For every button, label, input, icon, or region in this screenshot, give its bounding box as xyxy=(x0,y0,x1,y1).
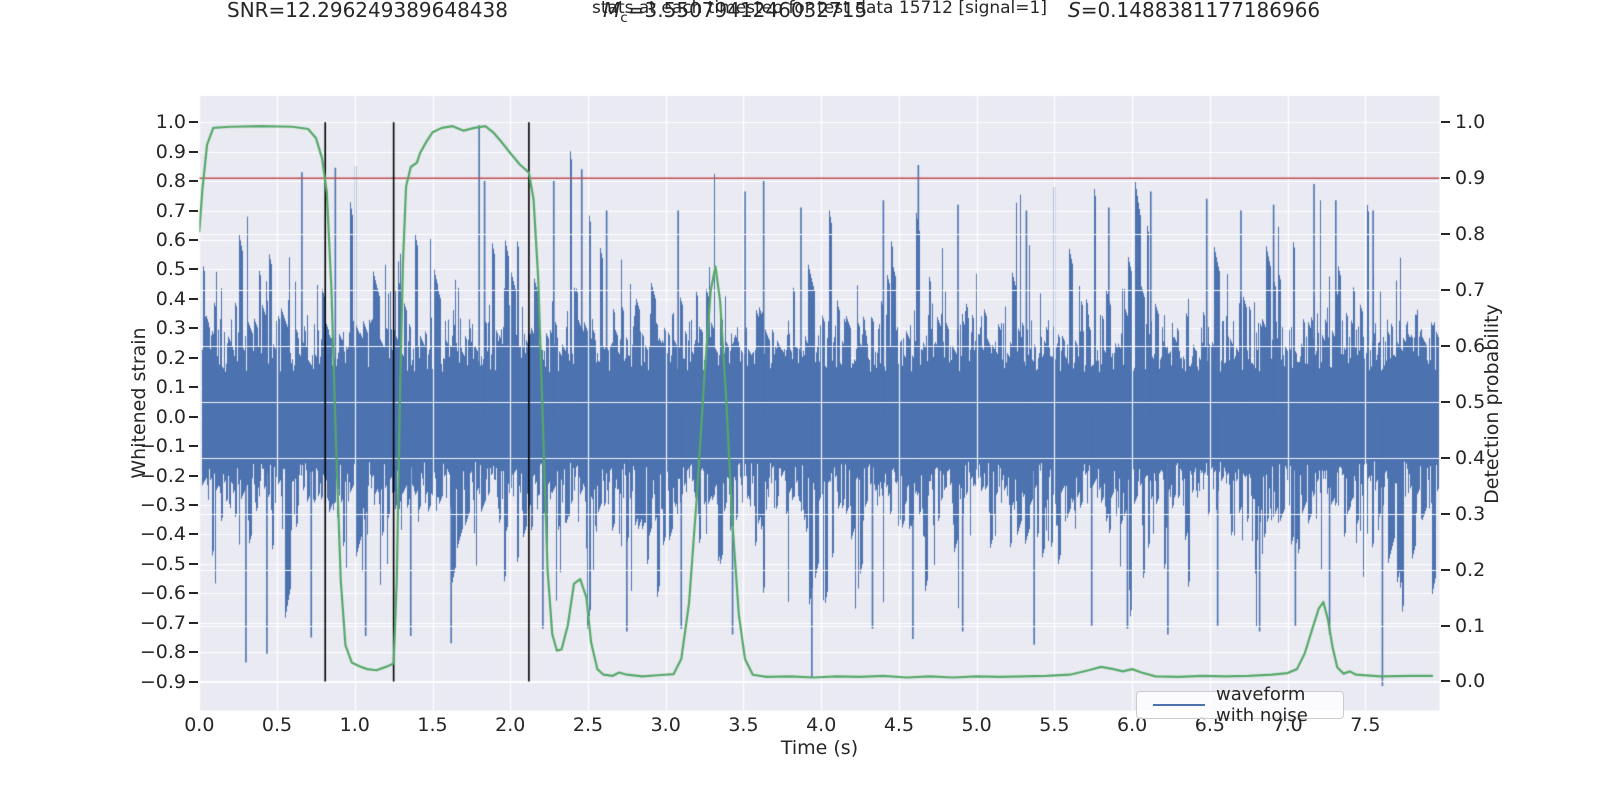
s-stat-value: =0.1488381177186966 xyxy=(1080,0,1321,22)
y-tick-label-right: 0.0 xyxy=(1455,670,1486,693)
y-tick-mark-right xyxy=(1441,624,1450,627)
y-tick-label-left: 0.5 xyxy=(155,258,186,281)
chirp-mass-symbol: M xyxy=(603,0,621,22)
y-tick-label-right: 0.1 xyxy=(1455,614,1486,637)
y-tick-label-left: 0.1 xyxy=(155,376,186,399)
y-tick-mark-left xyxy=(189,651,198,654)
y-tick-mark-left xyxy=(189,150,198,153)
x-tick-label: 3.0 xyxy=(650,714,681,736)
y-tick-mark-left xyxy=(189,445,198,448)
x-tick-label: 0.5 xyxy=(261,714,293,736)
x-tick-label: 1.5 xyxy=(417,714,448,736)
y-tick-label-left: 0.6 xyxy=(155,228,186,251)
s-stat-symbol: S xyxy=(1068,0,1081,22)
y-axis-label-right: Detection probability xyxy=(1481,304,1503,504)
y-tick-mark-left xyxy=(189,415,198,418)
annotation-chirp-mass: Mc=3.5507941246032715 xyxy=(603,0,867,26)
y-tick-mark-left xyxy=(189,297,198,300)
y-tick-label-right: 0.3 xyxy=(1455,502,1486,525)
annotation-s-stat: S=0.1488381177186966 xyxy=(1068,0,1320,20)
y-tick-mark-right xyxy=(1441,177,1450,180)
y-tick-label-left: −0.5 xyxy=(139,552,186,575)
annotation-snr: SNR=12.296249389648438 xyxy=(227,0,508,22)
y-tick-mark-left xyxy=(189,121,198,124)
y-tick-mark-right xyxy=(1441,456,1450,459)
y-tick-label-left: 0.2 xyxy=(155,346,186,369)
y-tick-label-right: 0.2 xyxy=(1455,558,1486,581)
y-tick-mark-left xyxy=(189,238,198,241)
y-tick-mark-left xyxy=(189,209,198,212)
legend: waveform with noise xyxy=(1136,684,1344,726)
y-tick-label-left: 0.0 xyxy=(155,405,186,428)
y-tick-mark-left xyxy=(189,621,198,624)
y-tick-label-left: −0.4 xyxy=(139,523,186,546)
x-tick-label: 4.5 xyxy=(883,714,915,736)
x-tick-label: 3.5 xyxy=(728,714,759,736)
y-tick-label-left: 1.0 xyxy=(155,111,186,134)
y-axis-label-left: Whitened strain xyxy=(128,327,150,479)
y-tick-mark-right xyxy=(1441,568,1450,571)
y-tick-label-left: −0.6 xyxy=(139,582,186,605)
y-tick-mark-left xyxy=(189,503,198,506)
x-tick-label: 1.0 xyxy=(339,714,370,736)
y-tick-mark-right xyxy=(1441,400,1450,403)
y-tick-label-right: 0.7 xyxy=(1455,279,1486,302)
y-tick-mark-left xyxy=(189,533,198,536)
y-tick-label-left: −0.9 xyxy=(139,670,186,693)
legend-line-sample-icon xyxy=(1153,703,1205,707)
x-tick-label: 2.5 xyxy=(572,714,604,736)
y-tick-mark-right xyxy=(1441,289,1450,292)
y-tick-mark-right xyxy=(1441,512,1450,515)
y-tick-label-left: −0.2 xyxy=(139,464,186,487)
y-tick-label-left: 0.7 xyxy=(155,199,186,222)
y-tick-mark-left xyxy=(189,356,198,359)
y-tick-mark-right xyxy=(1441,680,1450,683)
y-tick-mark-left xyxy=(189,592,198,595)
x-tick-label: 0.0 xyxy=(184,714,215,736)
x-tick-label: 5.5 xyxy=(1039,714,1070,736)
chirp-mass-subscript: c xyxy=(620,10,628,26)
y-tick-mark-right xyxy=(1441,344,1450,347)
y-tick-label-right: 0.9 xyxy=(1455,167,1486,190)
x-tick-label: 5.0 xyxy=(961,714,992,736)
x-axis-label: Time (s) xyxy=(780,737,859,759)
x-tick-label: 4.0 xyxy=(806,714,837,736)
y-tick-mark-left xyxy=(189,474,198,477)
legend-label: waveform with noise xyxy=(1216,684,1308,726)
y-tick-label-left: 0.3 xyxy=(155,317,186,340)
x-tick-label: 2.0 xyxy=(495,714,526,736)
y-tick-mark-left xyxy=(189,268,198,271)
y-tick-mark-left xyxy=(189,680,198,683)
y-tick-mark-left xyxy=(189,327,198,330)
y-tick-label-left: −0.1 xyxy=(139,435,186,458)
y-tick-mark-right xyxy=(1441,233,1450,236)
y-tick-label-left: 0.9 xyxy=(155,140,186,163)
y-tick-label-left: −0.7 xyxy=(139,611,186,634)
y-tick-mark-left xyxy=(189,562,198,565)
y-tick-label-left: −0.3 xyxy=(139,493,186,516)
y-tick-mark-left xyxy=(189,180,198,183)
y-tick-mark-left xyxy=(189,386,198,389)
y-tick-label-right: 0.8 xyxy=(1455,223,1486,246)
plot-canvas xyxy=(0,0,1600,800)
figure: stats at each timestep for test data 157… xyxy=(0,0,1600,800)
y-tick-label-left: 0.4 xyxy=(155,287,186,310)
y-tick-label-left: 0.8 xyxy=(155,170,186,193)
chirp-mass-value: =3.5507941246032715 xyxy=(627,0,868,22)
y-tick-mark-right xyxy=(1441,121,1450,124)
y-tick-label-left: −0.8 xyxy=(139,641,186,664)
y-tick-label-right: 1.0 xyxy=(1455,111,1486,134)
